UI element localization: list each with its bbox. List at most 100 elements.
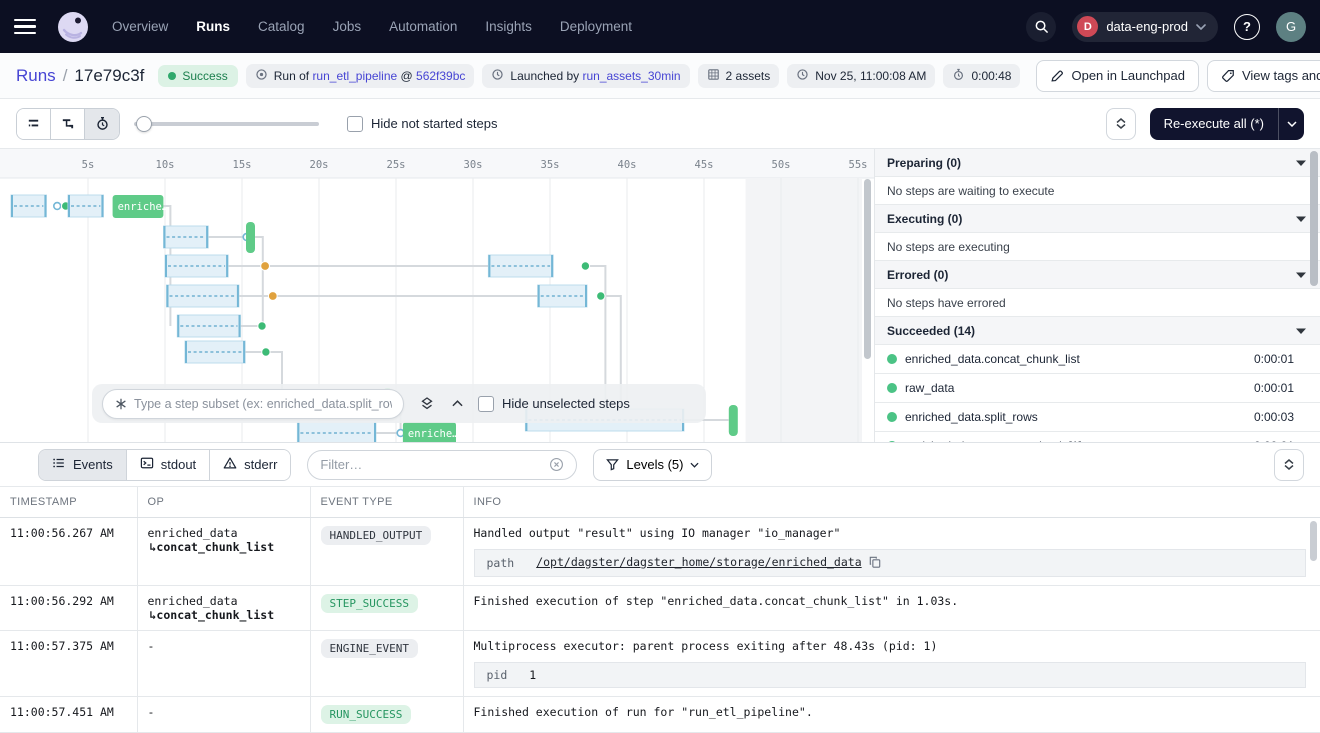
menu-icon[interactable] xyxy=(14,12,44,42)
event-row[interactable]: 11:00:56.267 AMenriched_data↳concat_chun… xyxy=(0,517,1320,585)
breadcrumb-runs-link[interactable]: Runs xyxy=(16,66,56,86)
nav-item-automation[interactable]: Automation xyxy=(389,19,457,34)
clear-filter-icon[interactable] xyxy=(549,457,564,472)
tag-link[interactable]: run_assets_30min xyxy=(582,69,680,83)
steps-section-header[interactable]: Succeeded (14) xyxy=(875,317,1320,345)
step-subset-input[interactable] xyxy=(134,397,392,411)
nav-item-jobs[interactable]: Jobs xyxy=(333,19,362,34)
tab-events[interactable]: Events xyxy=(39,450,127,480)
run-tag[interactable]: 0:00:48 xyxy=(943,64,1020,88)
layers-icon[interactable] xyxy=(417,394,437,414)
steps-panel-scrollbar-thumb[interactable] xyxy=(1310,151,1318,286)
hide-not-started-checkbox[interactable]: Hide not started steps xyxy=(347,116,497,132)
gantt-success-dot[interactable] xyxy=(597,292,605,300)
step-list-item[interactable]: enriched_data.process_chunk [1]0:00:01 xyxy=(875,432,1320,442)
nav-item-runs[interactable]: Runs xyxy=(196,19,230,34)
gantt-step-span[interactable] xyxy=(297,422,376,442)
event-timestamp: 11:00:56.267 AM xyxy=(0,517,137,585)
events-tabs: Eventsstdoutstderr xyxy=(38,449,291,481)
hide-unselected-checkbox[interactable]: Hide unselected steps xyxy=(478,396,630,412)
gantt-axis-tick: 10s xyxy=(156,159,175,171)
gantt-step-span[interactable] xyxy=(165,255,228,277)
nav-item-catalog[interactable]: Catalog xyxy=(258,19,305,34)
levels-filter-button[interactable]: Levels (5) xyxy=(593,449,712,481)
event-row[interactable]: 11:00:57.451 AM-RUN_SUCCESSFinished exec… xyxy=(0,696,1320,732)
view-flat-button[interactable] xyxy=(17,109,51,139)
tab-stdout[interactable]: stdout xyxy=(127,450,210,480)
run-tag[interactable]: 2 assets xyxy=(698,64,780,88)
gantt-step-span[interactable] xyxy=(167,285,239,307)
gantt-step-span[interactable] xyxy=(185,341,245,363)
zoom-slider-handle[interactable] xyxy=(136,116,152,132)
steps-panel-scrollbar[interactable] xyxy=(1310,151,1318,439)
events-scrollbar-thumb[interactable] xyxy=(1310,521,1317,561)
gantt-output-dot[interactable] xyxy=(261,262,270,271)
workspace-switcher[interactable]: D data-eng-prod xyxy=(1072,12,1218,42)
breadcrumb-separator: / xyxy=(63,66,68,86)
nav-item-overview[interactable]: Overview xyxy=(112,19,168,34)
gantt-step-bar[interactable]: enriche… xyxy=(403,422,459,442)
run-tag[interactable]: Run of run_etl_pipeline @ 562f39bc xyxy=(246,64,475,88)
chevron-up-icon[interactable] xyxy=(450,398,465,409)
event-row[interactable]: 11:00:57.375 AM-ENGINE_EVENTMultiprocess… xyxy=(0,630,1320,696)
gantt-step-span[interactable] xyxy=(488,255,553,277)
gantt-step-bar[interactable]: enriche… xyxy=(113,195,169,218)
gantt-axis-tick: 45s xyxy=(695,159,714,171)
clock-icon xyxy=(491,68,504,84)
reexecute-options-button[interactable] xyxy=(1278,108,1304,140)
nav-item-deployment[interactable]: Deployment xyxy=(560,19,632,34)
gantt-step-span[interactable] xyxy=(11,195,46,217)
event-row[interactable]: 11:00:56.292 AMenriched_data↳concat_chun… xyxy=(0,585,1320,630)
tab-stderr[interactable]: stderr xyxy=(210,450,290,480)
run-header: Runs / 17e79c3f Success Run of run_etl_p… xyxy=(0,53,1320,99)
gantt-output-dot[interactable] xyxy=(268,292,277,301)
zoom-slider-track[interactable] xyxy=(134,122,319,126)
checkbox-icon[interactable] xyxy=(347,116,363,132)
gantt-scrollbar-thumb[interactable] xyxy=(864,179,871,359)
run-tag[interactable]: Launched by run_assets_30min xyxy=(482,64,689,88)
reexecute-all-button[interactable]: Re-execute all (*) xyxy=(1150,108,1278,140)
nav-item-insights[interactable]: Insights xyxy=(485,19,532,34)
step-duration: 0:00:01 xyxy=(1254,352,1294,366)
steps-section-header[interactable]: Preparing (0) xyxy=(875,149,1320,177)
tag-link[interactable]: 562f39bc xyxy=(416,69,465,83)
checkbox-icon[interactable] xyxy=(478,396,494,412)
help-icon[interactable]: ? xyxy=(1234,14,1260,40)
view-timed-button[interactable] xyxy=(85,109,119,139)
step-subset-overlay: Hide unselected steps xyxy=(92,384,706,423)
tag-link[interactable]: run_etl_pipeline xyxy=(312,69,397,83)
gantt-success-dot[interactable] xyxy=(581,262,589,270)
run-tag[interactable]: Nov 25, 11:00:08 AM xyxy=(787,64,935,88)
storage-path-link[interactable]: /opt/dagster/dagster_home/storage/enrich… xyxy=(536,555,861,569)
terminal-icon xyxy=(140,456,154,473)
gantt-step-span[interactable] xyxy=(538,285,587,307)
stopwatch-icon xyxy=(952,68,965,84)
user-avatar[interactable]: G xyxy=(1276,12,1306,42)
expand-events-panel-button[interactable] xyxy=(1274,449,1304,481)
gantt-step-bar[interactable] xyxy=(246,222,255,253)
view-waterfall-button[interactable] xyxy=(51,109,85,139)
event-info: Finished execution of step "enriched_dat… xyxy=(463,585,1320,630)
step-list-item[interactable]: enriched_data.split_rows0:00:03 xyxy=(875,403,1320,432)
open-in-launchpad-button[interactable]: Open in Launchpad xyxy=(1036,60,1198,92)
view-tags-config-button[interactable]: View tags and config xyxy=(1207,60,1320,92)
gantt-scrollbar[interactable] xyxy=(864,179,871,439)
steps-section-header[interactable]: Executing (0) xyxy=(875,205,1320,233)
search-icon[interactable] xyxy=(1026,12,1056,42)
gantt-step-span[interactable] xyxy=(177,315,240,337)
events-filter-input[interactable] xyxy=(320,457,541,472)
step-list-item[interactable]: raw_data0:00:01 xyxy=(875,374,1320,403)
steps-section-header[interactable]: Errored (0) xyxy=(875,261,1320,289)
gantt-step-bar[interactable] xyxy=(729,405,738,436)
gantt-step-span[interactable] xyxy=(68,195,103,217)
zoom-slider[interactable] xyxy=(134,116,319,132)
gantt-success-dot[interactable] xyxy=(258,322,266,330)
gantt-success-dot[interactable] xyxy=(262,348,270,356)
svg-text:enriche…: enriche… xyxy=(408,428,459,440)
gantt-step-span[interactable] xyxy=(164,226,209,248)
step-list-item[interactable]: enriched_data.concat_chunk_list0:00:01 xyxy=(875,345,1320,374)
copy-icon[interactable] xyxy=(869,556,881,571)
expand-collapse-panel-button[interactable] xyxy=(1106,108,1136,140)
events-scrollbar[interactable] xyxy=(1310,521,1317,721)
event-type-badge: RUN_SUCCESS xyxy=(321,705,412,724)
